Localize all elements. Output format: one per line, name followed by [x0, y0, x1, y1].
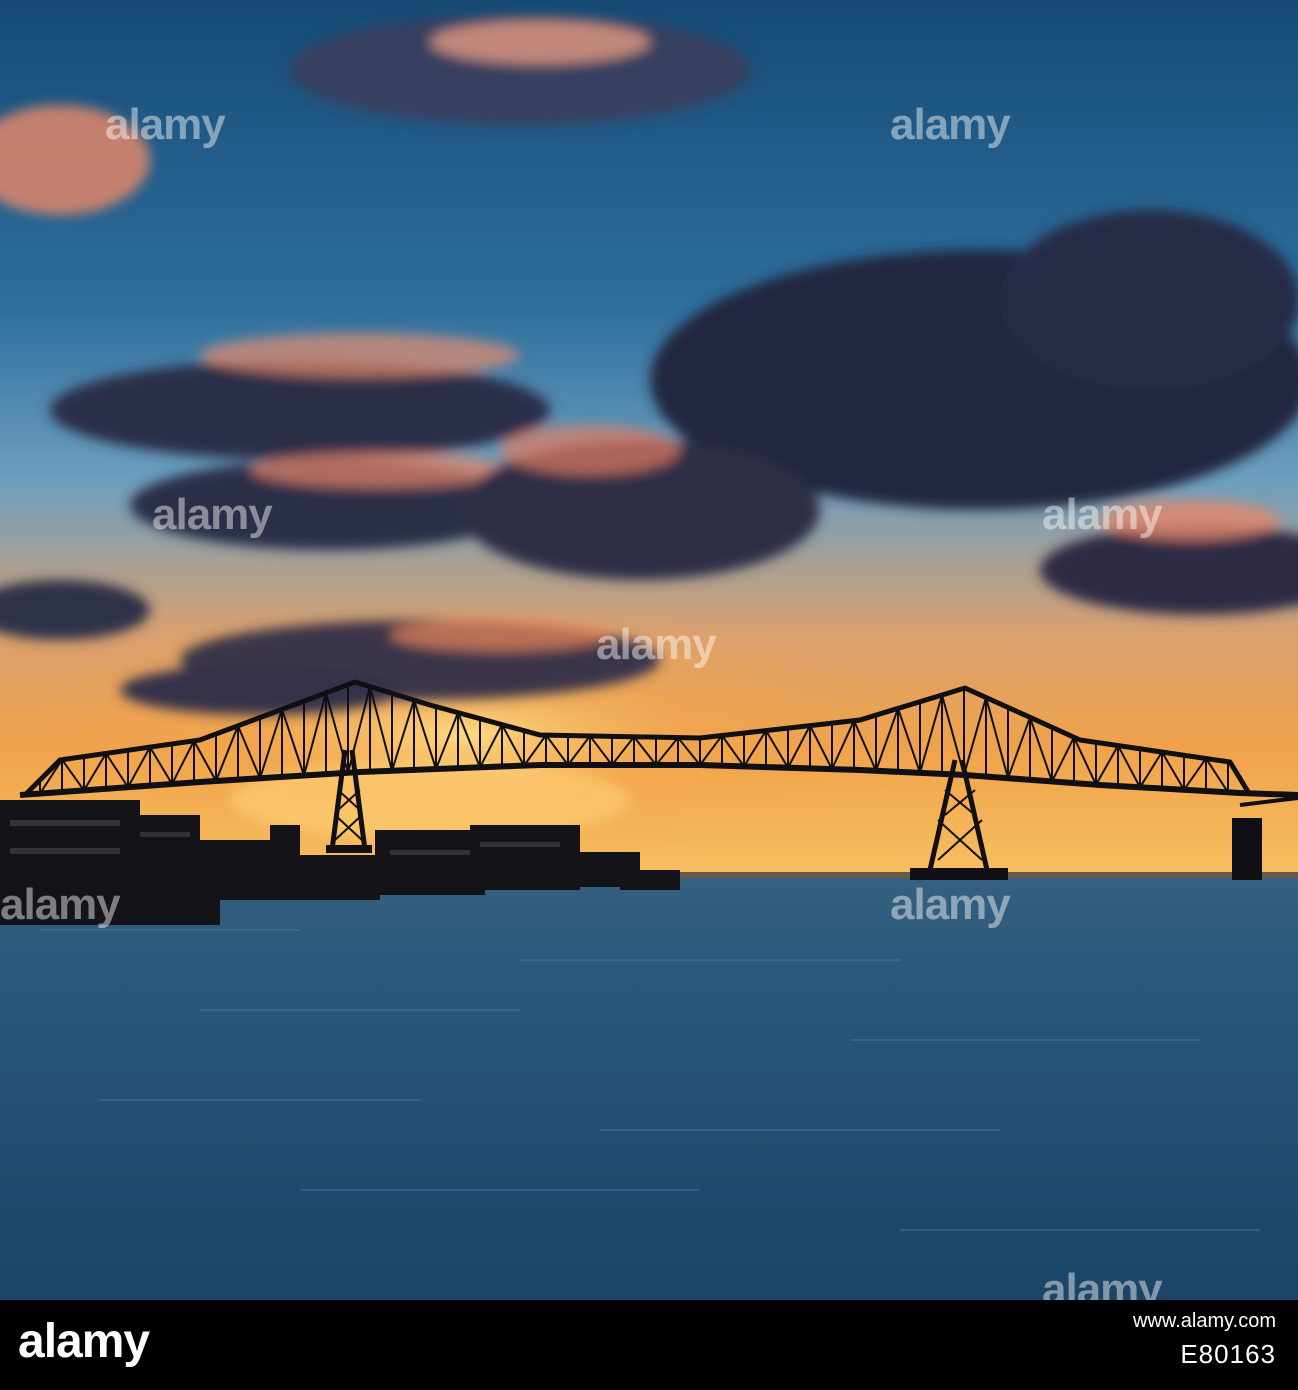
- alamy-logo: alamy: [18, 1315, 150, 1368]
- stock-photo-page: alamy alamy alamy alamy alamy alamy alam…: [0, 0, 1298, 1390]
- photo-illustration: [0, 0, 1298, 1300]
- image-id: E80163: [1180, 1339, 1276, 1369]
- footer-credit: www.alamy.com E80163: [1133, 1310, 1276, 1370]
- credit-line: www.alamy.com: [1133, 1310, 1276, 1332]
- photo-bridge-sunset: alamy alamy alamy alamy alamy alamy alam…: [0, 0, 1298, 1300]
- footer-bar: alamy www.alamy.com E80163: [0, 1300, 1298, 1390]
